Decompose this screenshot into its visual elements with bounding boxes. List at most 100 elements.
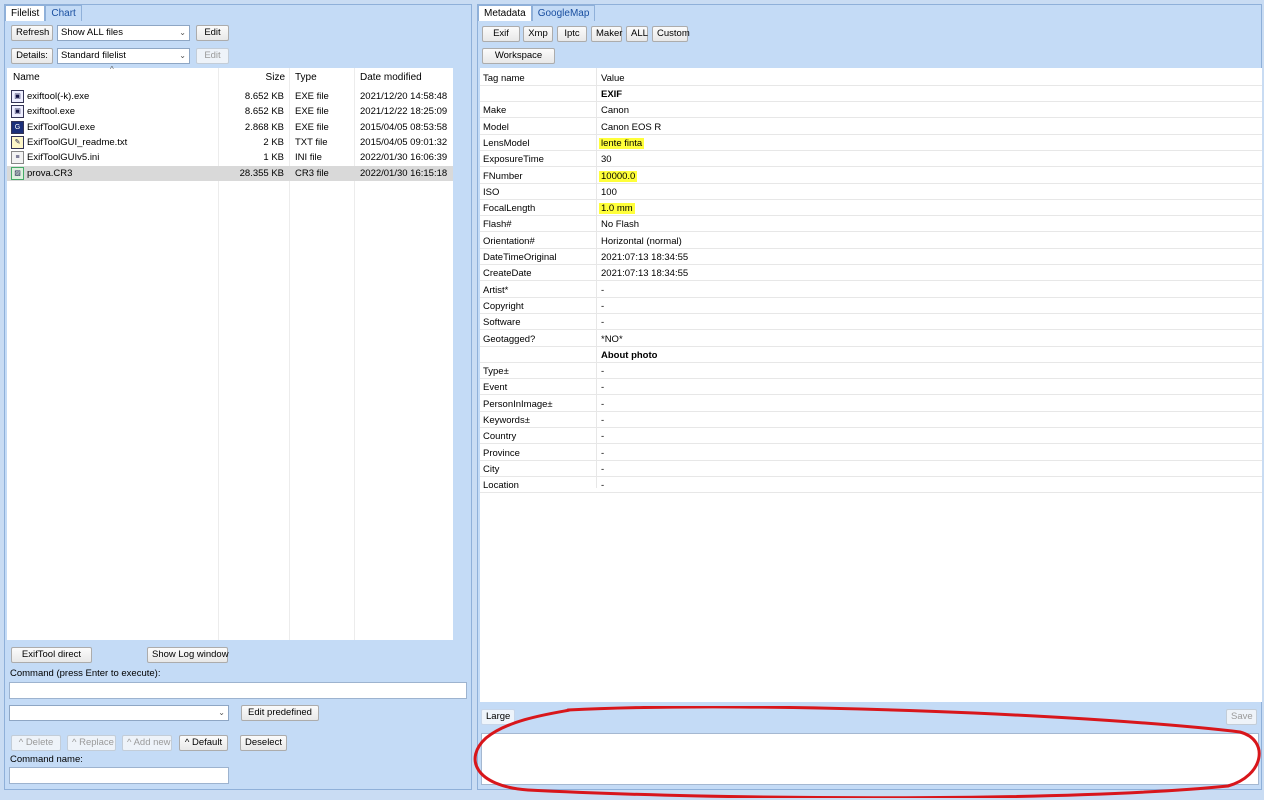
metadata-row[interactable]: LensModel lente finta	[480, 135, 1262, 151]
refresh-button[interactable]: Refresh	[11, 25, 53, 41]
file-row[interactable]: ✎ ExifToolGUI_readme.txt 2 KB TXT file 2…	[7, 135, 453, 150]
ini-file-icon: ≡	[11, 151, 24, 164]
tag-value: Canon	[601, 105, 629, 117]
file-size: 8.652 KB	[244, 106, 284, 117]
command-label: Command (press Enter to execute):	[10, 668, 161, 679]
exiftool-direct-button[interactable]: ExifTool direct	[11, 647, 92, 663]
file-type: CR3 file	[295, 168, 329, 179]
file-name: exiftool(-k).exe	[27, 91, 90, 102]
large-button[interactable]: Large	[481, 709, 515, 725]
metadata-row[interactable]: ISO 100	[480, 184, 1262, 200]
tag-name: Model	[483, 121, 509, 133]
delete-button[interactable]: ^ Delete	[11, 735, 61, 751]
tag-value: -	[601, 382, 605, 394]
metadata-row[interactable]: About photo	[480, 347, 1262, 363]
show-log-button[interactable]: Show Log window	[147, 647, 229, 663]
workspace-button[interactable]: Workspace	[482, 48, 555, 64]
tag-name: Make	[483, 105, 507, 117]
file-size: 8.652 KB	[244, 91, 284, 102]
column-header-name[interactable]: Name	[13, 72, 40, 83]
edit-predefined-button[interactable]: Edit predefined	[241, 705, 319, 721]
replace-button[interactable]: ^ Replace	[67, 735, 116, 751]
tab-googlemap[interactable]: GoogleMap	[531, 5, 596, 21]
image-file-icon: ▨	[11, 167, 24, 180]
tag-value: -	[601, 398, 605, 410]
value-edit-area[interactable]	[481, 733, 1259, 785]
column-header-date[interactable]: Date modified	[360, 72, 422, 83]
file-size: 1 KB	[263, 152, 284, 163]
metadata-row[interactable]: Keywords± -	[480, 412, 1262, 428]
save-button[interactable]: Save	[1226, 709, 1257, 725]
column-header-size[interactable]: Size	[266, 72, 285, 83]
file-type: INI file	[295, 152, 322, 163]
file-filter-select[interactable]: Show ALL files ⌄	[57, 25, 190, 41]
metadata-row[interactable]: Province -	[480, 445, 1262, 461]
metadata-row[interactable]: Artist* -	[480, 282, 1262, 298]
file-date: 2022/01/30 16:06:39	[360, 152, 448, 163]
metadata-row[interactable]: CreateDate 2021:07:13 18:34:55	[480, 265, 1262, 282]
right-tabbar: Metadata GoogleMap	[478, 5, 596, 21]
file-list[interactable]: Name ^ Size Type Date modified ▣ exiftoo…	[7, 65, 453, 640]
tab-filelist[interactable]: Filelist	[5, 5, 46, 21]
metadata-row[interactable]: Flash# No Flash	[480, 216, 1262, 233]
file-filter-value: Show ALL files	[61, 27, 123, 38]
file-type: TXT file	[295, 137, 328, 148]
command-input[interactable]	[9, 682, 467, 699]
iptc-button[interactable]: Iptc	[557, 26, 587, 42]
column-header-type[interactable]: Type	[295, 72, 317, 83]
file-row-selected[interactable]: ▨ prova.CR3 28.355 KB CR3 file 2022/01/3…	[7, 166, 453, 181]
metadata-row[interactable]: FocalLength 1.0 mm	[480, 200, 1262, 217]
text-file-icon: ✎	[11, 136, 24, 149]
metadata-row[interactable]: Orientation# Horizontal (normal)	[480, 233, 1262, 249]
tag-value-highlighted: lente finta	[599, 137, 645, 149]
tab-chart[interactable]: Chart	[45, 5, 82, 21]
metadata-row[interactable]: City -	[480, 461, 1262, 477]
column-header-tag[interactable]: Tag name	[483, 73, 525, 84]
tag-value: *NO*	[601, 333, 623, 345]
metadata-row[interactable]: PersonInImage± -	[480, 396, 1262, 412]
details-label: Details:	[11, 48, 53, 64]
tab-metadata[interactable]: Metadata	[478, 5, 532, 21]
metadata-row[interactable]: Event -	[480, 379, 1262, 396]
tag-value: -	[601, 317, 605, 329]
custom-button[interactable]: Custom	[652, 26, 690, 42]
tag-name: ExposureTime	[483, 154, 544, 166]
file-row[interactable]: G ExifToolGUI.exe 2.868 KB EXE file 2015…	[7, 120, 453, 135]
exif-button[interactable]: Exif	[482, 26, 520, 42]
file-row[interactable]: ▣ exiftool.exe 8.652 KB EXE file 2021/12…	[7, 104, 453, 119]
metadata-table[interactable]: Tag name Value EXIF Make Canon Model Canon E…	[480, 68, 1262, 702]
file-row[interactable]: ▣ exiftool(-k).exe 8.652 KB EXE file 202…	[7, 89, 453, 104]
metadata-header-row: Tag name Value	[480, 70, 1262, 86]
metadata-row[interactable]: FNumber 10000.0	[480, 168, 1262, 184]
left-tabbar: Filelist Chart	[5, 5, 82, 21]
file-row[interactable]: ≡ ExifToolGUIv5.ini 1 KB INI file 2022/0…	[7, 150, 453, 165]
metadata-row[interactable]: Geotagged? *NO*	[480, 331, 1262, 347]
command-name-label: Command name:	[10, 754, 83, 765]
maker-button[interactable]: Maker	[591, 26, 622, 42]
details-select[interactable]: Standard filelist ⌄	[57, 48, 190, 64]
metadata-row[interactable]: Type± -	[480, 363, 1262, 380]
default-button[interactable]: ^ Default	[179, 735, 228, 751]
metadata-row[interactable]: ExposureTime 30	[480, 151, 1262, 168]
tag-value: -	[601, 284, 605, 296]
metadata-row[interactable]: Software -	[480, 314, 1262, 331]
metadata-row[interactable]: DateTimeOriginal 2021:07:13 18:34:55	[480, 249, 1262, 265]
all-button[interactable]: ALL	[626, 26, 648, 42]
metadata-row[interactable]: Copyright -	[480, 298, 1262, 314]
metadata-row[interactable]: EXIF	[480, 86, 1262, 102]
metadata-row[interactable]: Model Canon EOS R	[480, 119, 1262, 135]
add-new-button[interactable]: ^ Add new	[122, 735, 172, 751]
details-edit-button[interactable]: Edit	[196, 48, 229, 64]
metadata-row[interactable]: Country -	[480, 428, 1262, 445]
metadata-row[interactable]: Make Canon	[480, 102, 1262, 119]
metadata-row[interactable]: Location -	[480, 477, 1262, 494]
column-header-value[interactable]: Value	[601, 73, 625, 84]
xmp-button[interactable]: Xmp	[523, 26, 553, 42]
deselect-button[interactable]: Deselect	[240, 735, 287, 751]
file-type: EXE file	[295, 106, 329, 117]
command-name-input[interactable]	[9, 767, 229, 784]
predefined-select[interactable]: ⌄	[9, 705, 229, 721]
tag-name: DateTimeOriginal	[483, 252, 557, 263]
file-size: 2.868 KB	[244, 122, 284, 133]
filter-edit-button[interactable]: Edit	[196, 25, 229, 41]
